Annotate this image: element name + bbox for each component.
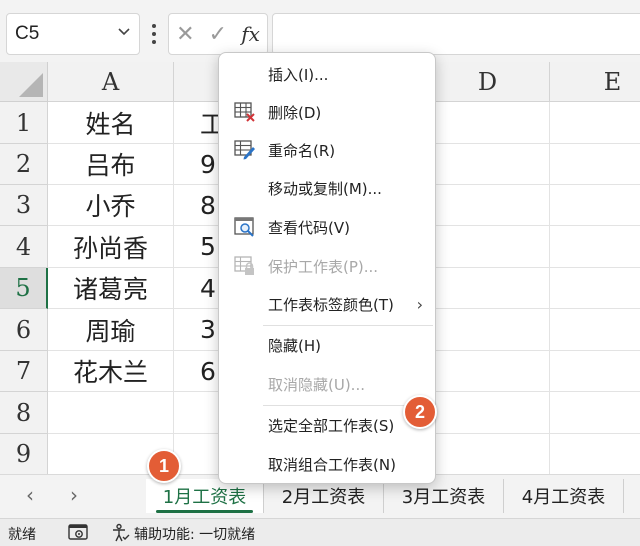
cell-e9[interactable] bbox=[550, 434, 640, 474]
cell-d2[interactable] bbox=[426, 144, 550, 185]
name-box-value: C5 bbox=[15, 23, 40, 44]
cell-e2[interactable] bbox=[550, 144, 640, 185]
menu-item-delete[interactable]: 删除(D) bbox=[219, 95, 435, 129]
cell-a5[interactable]: 诸葛亮 bbox=[48, 268, 174, 309]
cell-e5[interactable] bbox=[550, 268, 640, 309]
insert-function-icon[interactable]: fx bbox=[241, 22, 260, 46]
step-marker-1: 1 bbox=[147, 449, 181, 483]
row-header-9[interactable]: 9 bbox=[0, 434, 48, 474]
more-options-icon[interactable] bbox=[147, 22, 161, 46]
menu-item-ungroup-sheets[interactable]: 取消组合工作表(N) bbox=[219, 447, 435, 481]
row-header-8[interactable]: 8 bbox=[0, 392, 48, 434]
tab-scroll-left-icon[interactable]: ‹ bbox=[26, 483, 34, 507]
sheet-tab-3[interactable]: 3月工资表 bbox=[384, 479, 504, 513]
cell-d5[interactable] bbox=[426, 268, 550, 309]
cell-a8[interactable] bbox=[48, 392, 174, 434]
menu-item-label: 移动或复制(M)... bbox=[268, 179, 382, 198]
menu-item-insert[interactable]: 插入(I)... bbox=[219, 57, 435, 91]
cancel-icon[interactable]: ✕ bbox=[176, 22, 194, 47]
cell-a3[interactable]: 小乔 bbox=[48, 185, 174, 226]
view-code-icon bbox=[234, 216, 256, 238]
step-marker-2: 2 bbox=[403, 395, 437, 429]
cell-a2[interactable]: 吕布 bbox=[48, 144, 174, 185]
cell-e3[interactable] bbox=[550, 185, 640, 226]
row-header-2[interactable]: 2 bbox=[0, 144, 48, 185]
enter-icon[interactable]: ✓ bbox=[209, 22, 227, 47]
cell-a1[interactable]: 姓名 bbox=[48, 102, 174, 144]
sheet-tab-1[interactable]: 1月工资表 bbox=[146, 479, 264, 513]
cell-e1[interactable] bbox=[550, 102, 640, 144]
cell-e7[interactable] bbox=[550, 351, 640, 392]
row-header-6[interactable]: 6 bbox=[0, 309, 48, 351]
menu-item-view-code[interactable]: 查看代码(V) bbox=[219, 210, 435, 244]
submenu-arrow-icon: › bbox=[416, 294, 423, 314]
menu-item-label: 重命名(R) bbox=[268, 141, 336, 160]
menu-item-label: 工作表标签颜色(T) bbox=[268, 295, 394, 314]
menu-separator bbox=[263, 325, 433, 326]
sheet-tab-4[interactable]: 4月工资表 bbox=[504, 479, 624, 513]
menu-item-label: 插入(I)... bbox=[268, 65, 329, 84]
cell-d6[interactable] bbox=[426, 309, 550, 351]
name-box[interactable]: C5 bbox=[6, 13, 140, 55]
sheet-tab-label: 2月工资表 bbox=[281, 487, 366, 508]
menu-item-move-copy[interactable]: 移动或复制(M)... bbox=[219, 171, 435, 205]
row-header-1[interactable]: 1 bbox=[0, 102, 48, 144]
menu-item-label: 删除(D) bbox=[268, 103, 322, 122]
cell-a7[interactable]: 花木兰 bbox=[48, 351, 174, 392]
macro-record-icon[interactable] bbox=[68, 524, 88, 541]
status-bar: 就绪 辅助功能: 一切就绪 bbox=[0, 518, 640, 546]
sheet-tab-label: 3月工资表 bbox=[401, 487, 486, 508]
row-header-7[interactable]: 7 bbox=[0, 351, 48, 392]
formula-input[interactable] bbox=[272, 13, 640, 55]
cell-e4[interactable] bbox=[550, 226, 640, 268]
column-header-d[interactable]: D bbox=[426, 62, 550, 102]
protect-sheet-icon bbox=[234, 255, 256, 277]
column-header-e[interactable]: E bbox=[550, 62, 640, 102]
menu-item-label: 保护工作表(P)... bbox=[268, 257, 379, 276]
tab-scroll-right-icon[interactable]: › bbox=[70, 483, 78, 507]
menu-item-hide[interactable]: 隐藏(H) bbox=[219, 328, 435, 362]
row-header-5[interactable]: 5 bbox=[0, 268, 48, 309]
menu-item-rename[interactable]: 重命名(R) bbox=[219, 133, 435, 167]
status-ready: 就绪 bbox=[8, 527, 36, 543]
cell-a6[interactable]: 周瑜 bbox=[48, 309, 174, 351]
menu-item-tab-color[interactable]: 工作表标签颜色(T) › bbox=[219, 287, 435, 321]
menu-item-label: 取消隐藏(U)... bbox=[268, 375, 365, 394]
cell-e8[interactable] bbox=[550, 392, 640, 434]
delete-sheet-icon bbox=[234, 101, 256, 123]
cell-d4[interactable] bbox=[426, 226, 550, 268]
menu-item-protect-sheet: 保护工作表(P)... bbox=[219, 249, 435, 283]
formula-buttons: ✕ ✓ fx bbox=[168, 13, 268, 55]
row-header-3[interactable]: 3 bbox=[0, 185, 48, 226]
cell-d1[interactable] bbox=[426, 102, 550, 144]
cell-d9[interactable] bbox=[426, 434, 550, 474]
menu-item-label: 取消组合工作表(N) bbox=[268, 455, 396, 474]
cell-d3[interactable] bbox=[426, 185, 550, 226]
row-header-4[interactable]: 4 bbox=[0, 226, 48, 268]
select-all-corner[interactable] bbox=[0, 62, 48, 102]
accessibility-status: 辅助功能: 一切就绪 bbox=[134, 527, 256, 543]
sheet-tab-label: 4月工资表 bbox=[521, 487, 606, 508]
column-header-a[interactable]: A bbox=[48, 62, 174, 102]
active-tab-underline bbox=[156, 510, 253, 513]
sheet-tab-label: 1月工资表 bbox=[162, 487, 247, 508]
chevron-down-icon[interactable] bbox=[117, 24, 131, 41]
menu-item-label: 查看代码(V) bbox=[268, 218, 350, 237]
sheet-tab-2[interactable]: 2月工资表 bbox=[264, 479, 384, 513]
menu-item-unhide: 取消隐藏(U)... bbox=[219, 367, 435, 401]
cell-e6[interactable] bbox=[550, 309, 640, 351]
rename-sheet-icon bbox=[234, 139, 256, 161]
cell-d7[interactable] bbox=[426, 351, 550, 392]
menu-item-label: 隐藏(H) bbox=[268, 336, 321, 355]
accessibility-icon[interactable] bbox=[110, 523, 130, 543]
cell-d8[interactable] bbox=[426, 392, 550, 434]
cell-a4[interactable]: 孙尚香 bbox=[48, 226, 174, 268]
menu-item-label: 选定全部工作表(S) bbox=[268, 416, 395, 435]
sheet-context-menu: 插入(I)... 删除(D) 重命名(R) 移动或复制(M)... 查看代码(V… bbox=[218, 52, 436, 484]
